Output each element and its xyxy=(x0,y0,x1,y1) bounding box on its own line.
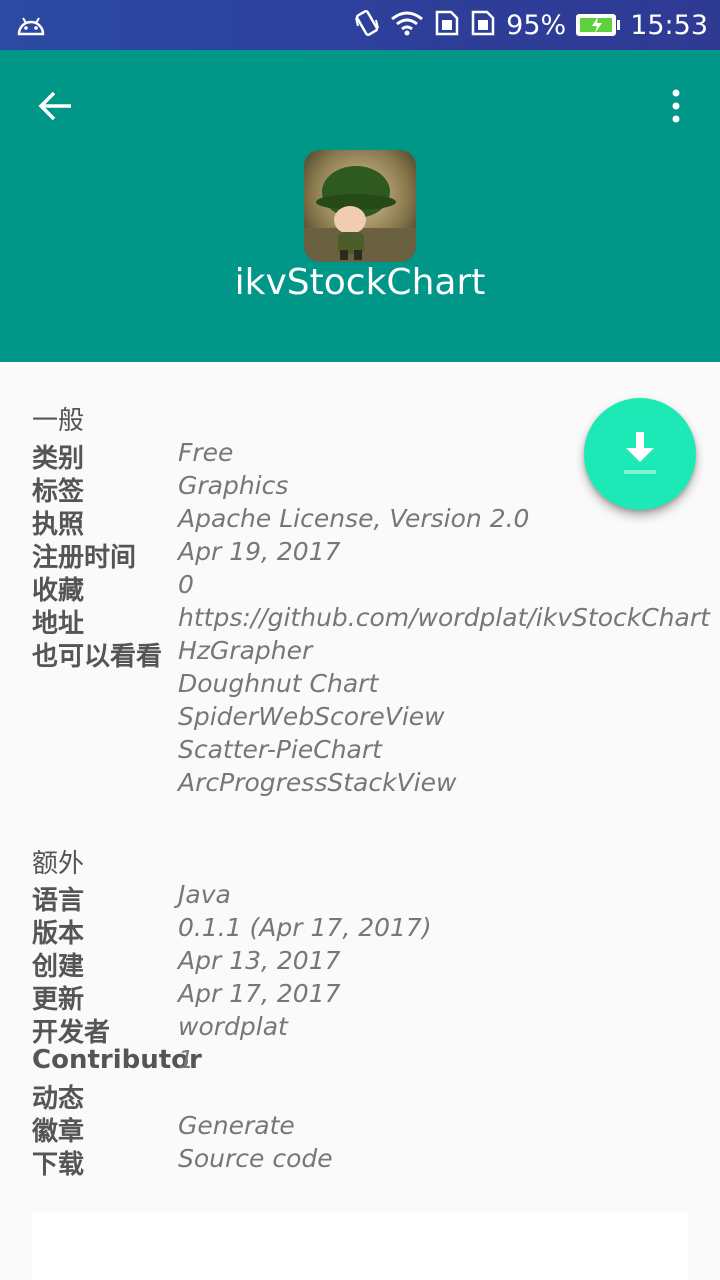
developer-link[interactable]: wordplat xyxy=(178,1012,288,1041)
more-options-button[interactable] xyxy=(656,86,696,126)
source-code-link[interactable]: Source code xyxy=(178,1144,333,1173)
section-title-extra: 额外 xyxy=(32,849,85,879)
app-header: ikvStockChart xyxy=(0,50,720,362)
badge-generate-link[interactable]: Generate xyxy=(178,1111,295,1140)
android-icon xyxy=(16,12,46,38)
row-label: 收藏 xyxy=(32,576,85,606)
row-label: 更新 xyxy=(32,985,85,1015)
row-label: 创建 xyxy=(32,952,85,982)
row-value: Apr 19, 2017 xyxy=(178,537,341,566)
row-value: 0.1.1 (Apr 17, 2017) xyxy=(178,913,432,942)
info-row-see-also: 也可以看看 HzGrapher xyxy=(32,636,712,672)
see-also-item: Doughnut Chart xyxy=(32,669,712,702)
row-label: 开发者 xyxy=(32,1018,111,1048)
see-also-link[interactable]: ArcProgressStackView xyxy=(178,768,456,797)
row-value[interactable]: Graphics xyxy=(178,471,288,500)
info-row-activity: 动态 xyxy=(32,1078,712,1114)
info-row-developer: 开发者 wordplat xyxy=(32,1012,712,1048)
see-also-link[interactable]: HzGrapher xyxy=(178,636,312,665)
row-label: 地址 xyxy=(32,609,85,639)
row-value: 1 xyxy=(178,1045,194,1074)
row-label: 也可以看看 xyxy=(32,642,163,672)
info-row-contributor: Contributor 1 xyxy=(32,1045,712,1078)
info-row-address: 地址 https://github.com/wordplat/ikvStockC… xyxy=(32,603,712,639)
repo-url-link[interactable]: https://github.com/wordplat/ikvStockChar… xyxy=(178,603,710,632)
battery-charging-icon xyxy=(576,14,621,36)
info-row-favorites: 收藏 0 xyxy=(32,570,712,606)
more-vert-icon xyxy=(672,89,680,123)
row-value: Free xyxy=(178,438,234,467)
sim1-icon xyxy=(434,9,460,41)
info-row-badge: 徽章 Generate xyxy=(32,1111,712,1147)
info-row-version: 版本 0.1.1 (Apr 17, 2017) xyxy=(32,913,712,949)
row-label: 执照 xyxy=(32,510,85,540)
see-also-item: SpiderWebScoreView xyxy=(32,702,712,735)
row-value: Java xyxy=(178,880,231,909)
see-also-link[interactable]: Scatter-PieChart xyxy=(178,735,382,764)
row-label: 动态 xyxy=(32,1084,85,1114)
row-value: Apr 13, 2017 xyxy=(178,946,341,975)
row-label: 标签 xyxy=(32,477,85,507)
info-row-updated: 更新 Apr 17, 2017 xyxy=(32,979,712,1015)
download-icon xyxy=(624,432,656,474)
wifi-icon xyxy=(390,10,424,40)
row-label: 版本 xyxy=(32,919,85,949)
info-row-created: 创建 Apr 13, 2017 xyxy=(32,946,712,982)
battery-percent: 95% xyxy=(506,9,567,41)
clock: 15:53 xyxy=(630,9,708,41)
sim2-icon xyxy=(470,9,496,41)
arrow-left-icon xyxy=(38,91,71,121)
info-row-download: 下载 Source code xyxy=(32,1144,712,1180)
row-label: 下载 xyxy=(32,1150,85,1180)
info-row-license: 执照 Apache License, Version 2.0 xyxy=(32,504,712,540)
vibrate-icon xyxy=(354,8,380,42)
row-label: Contributor xyxy=(32,1045,202,1075)
row-value[interactable]: Apache License, Version 2.0 xyxy=(178,504,529,533)
row-label: 语言 xyxy=(32,886,85,916)
row-value: 0 xyxy=(178,570,194,599)
app-title: ikvStockChart xyxy=(234,262,486,303)
app-logo xyxy=(304,150,416,262)
info-row-language: 语言 Java xyxy=(32,880,712,916)
download-button[interactable] xyxy=(584,398,696,510)
status-bar: 95% 15:53 xyxy=(0,0,720,50)
see-also-link[interactable]: Doughnut Chart xyxy=(178,669,378,698)
row-value: Apr 17, 2017 xyxy=(178,979,341,1008)
see-also-link[interactable]: SpiderWebScoreView xyxy=(178,702,445,731)
see-also-item: ArcProgressStackView xyxy=(32,768,712,801)
info-row-registered: 注册时间 Apr 19, 2017 xyxy=(32,537,712,573)
row-label: 类别 xyxy=(32,444,85,474)
section-title-general: 一般 xyxy=(32,406,85,436)
row-label: 注册时间 xyxy=(32,543,137,573)
content-card xyxy=(32,1212,688,1280)
back-button[interactable] xyxy=(30,86,80,126)
see-also-item: Scatter-PieChart xyxy=(32,735,712,768)
row-label: 徽章 xyxy=(32,1117,85,1147)
